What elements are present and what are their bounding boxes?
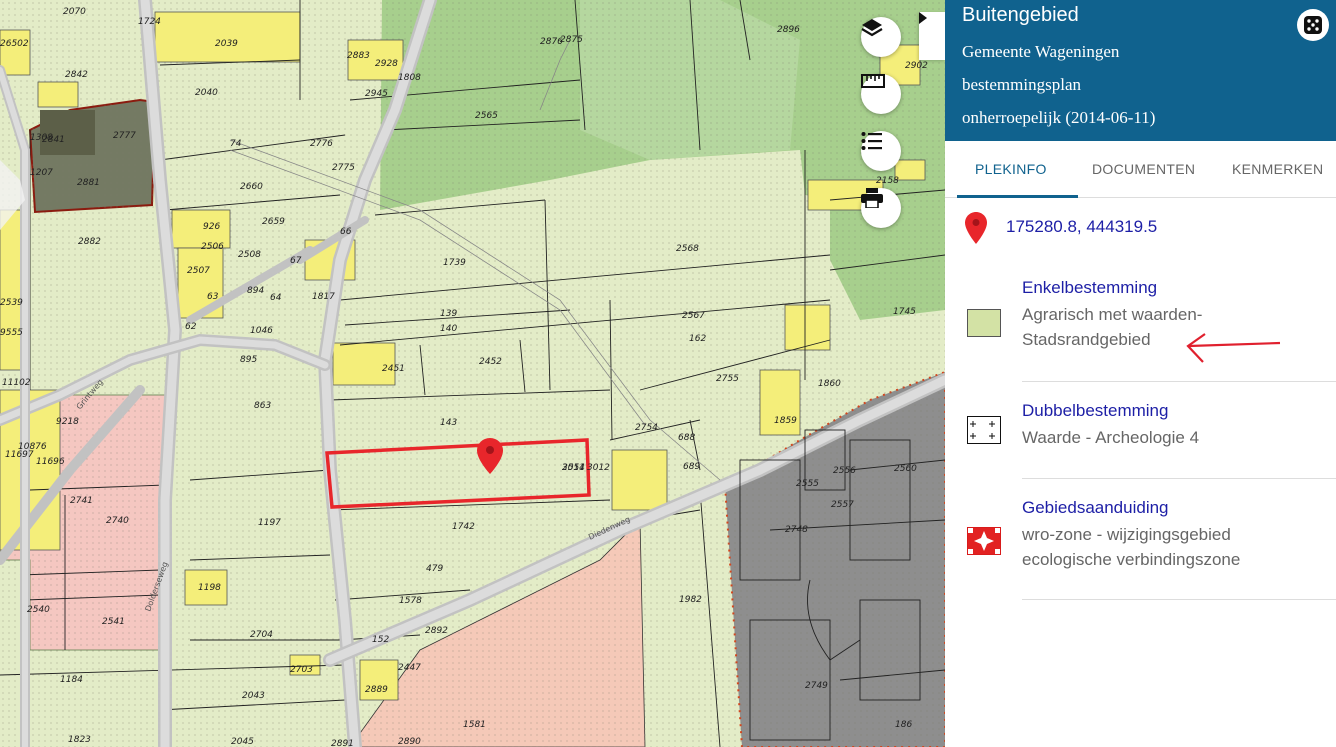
wijzigingsgebied-swatch <box>967 527 1001 555</box>
building-nw <box>40 110 95 155</box>
panel-title: Buitengebied <box>962 4 1079 26</box>
map-svg[interactable] <box>0 0 945 747</box>
enkelbestemming-desc: Agrarisch met waarden- Stadsrandgebied <box>1022 302 1202 352</box>
coordinates-value: 175280.8, 444319.5 <box>1006 217 1158 236</box>
measure-button[interactable] <box>861 74 901 114</box>
location-pin-icon <box>965 212 987 244</box>
panel-header: Buitengebied Gemeente Wageningen bestemm… <box>945 0 1336 141</box>
tab-documenten[interactable]: DOCUMENTEN <box>1092 161 1195 177</box>
cross-pattern-icon <box>970 421 995 439</box>
gebiedsaanduiding-desc: wro-zone - wijzigingsgebied ecologische … <box>1022 522 1240 572</box>
print-icon <box>861 188 883 208</box>
random-location-button[interactable] <box>1297 9 1329 41</box>
ruler-icon <box>861 74 885 88</box>
enkelbestemming-line-1: Agrarisch met waarden- <box>1022 305 1203 324</box>
plan-type-label: bestemmingsplan <box>962 75 1081 94</box>
list-icon <box>861 132 882 150</box>
print-button[interactable] <box>861 188 901 228</box>
archeologie-swatch <box>967 416 1001 444</box>
dot-overlay <box>0 0 945 747</box>
map-canvas[interactable]: 2070 1724 2039 2883 2928 2876 2896 2902 26502 284… <box>0 0 945 747</box>
dubbelbestemming-link[interactable]: Dubbelbestemming <box>1022 401 1168 421</box>
active-tab-indicator <box>957 195 1078 198</box>
gebiedsaanduiding-line-1: wro-zone - wijzigingsgebied <box>1022 525 1231 544</box>
dubbelbestemming-desc: Waarde - Archeologie 4 <box>1022 425 1199 450</box>
info-panel: Buitengebied Gemeente Wageningen bestemm… <box>945 0 1336 747</box>
dice-icon <box>1304 16 1322 34</box>
red-arrow-annotation-icon <box>1186 333 1281 363</box>
dubbelbestemming-line-1: Waarde - Archeologie 4 <box>1022 428 1200 447</box>
divider-2 <box>1022 478 1336 479</box>
plan-status-label: onherroepelijk (2014-06-11) <box>962 108 1156 127</box>
tab-bar: PLEKINFO DOCUMENTEN KENMERKEN <box>945 141 1336 198</box>
chevron-right-icon <box>919 12 927 24</box>
divider-3 <box>1022 599 1336 600</box>
location-marker-icon[interactable] <box>477 438 503 476</box>
layers-button[interactable] <box>861 17 901 57</box>
legend-list-button[interactable] <box>861 131 901 171</box>
collapse-panel-button[interactable] <box>919 12 945 60</box>
enkelbestemming-link[interactable]: Enkelbestemming <box>1022 278 1157 298</box>
enkelbestemming-line-2: Stadsrandgebied <box>1022 330 1151 349</box>
municipality-label: Gemeente Wageningen <box>962 42 1120 61</box>
tab-plekinfo[interactable]: PLEKINFO <box>975 161 1047 177</box>
layers-icon <box>861 19 883 37</box>
divider-1 <box>1022 381 1336 382</box>
red-star-pattern-icon <box>968 528 1000 554</box>
gebiedsaanduiding-link[interactable]: Gebiedsaanduiding <box>1022 498 1169 518</box>
gebiedsaanduiding-line-2: ecologische verbindingszone <box>1022 550 1241 569</box>
agrarisch-swatch <box>967 309 1001 337</box>
tab-kenmerken[interactable]: KENMERKEN <box>1232 161 1323 177</box>
